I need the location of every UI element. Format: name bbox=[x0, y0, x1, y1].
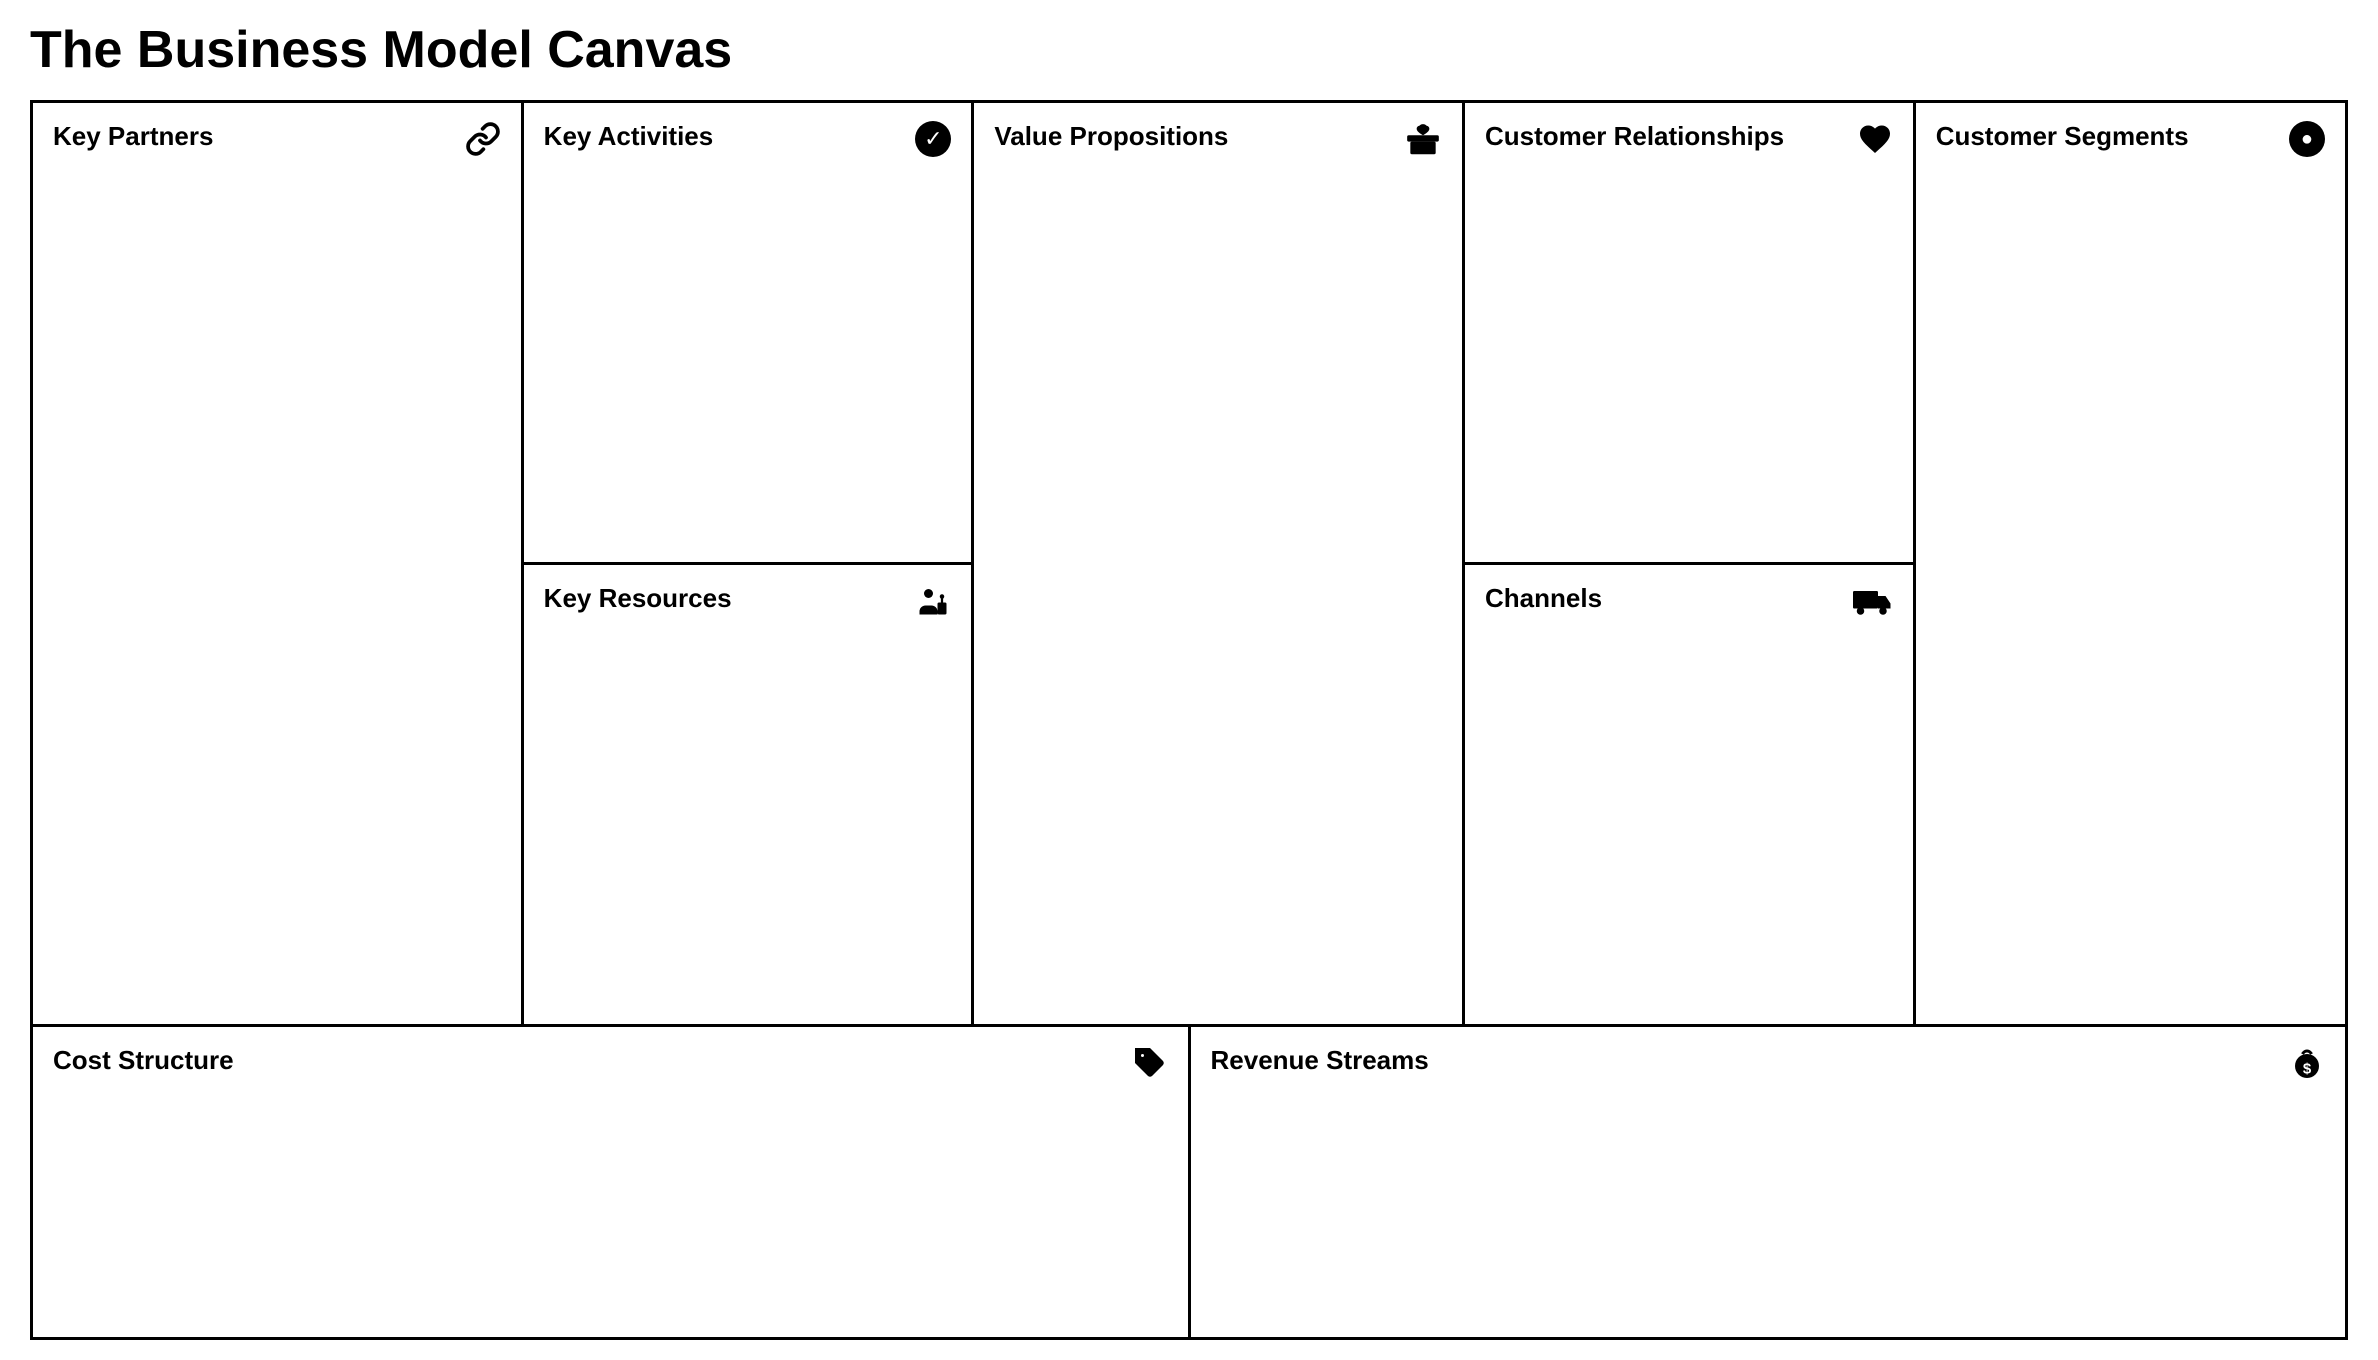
bottom-section: Cost Structure Revenue Streams $ bbox=[33, 1027, 2345, 1337]
cost-structure-header: Cost Structure bbox=[53, 1045, 1168, 1089]
key-resources-header: Key Resources bbox=[544, 583, 952, 627]
customer-relationships-cell[interactable]: Customer Relationships bbox=[1465, 103, 1913, 565]
truck-icon bbox=[1853, 583, 1893, 627]
moneybag-icon: $ bbox=[2289, 1045, 2325, 1089]
heart-icon bbox=[1857, 121, 1893, 166]
person-icon: ● bbox=[2289, 121, 2325, 157]
right-mid-column: Customer Relationships Channels bbox=[1465, 103, 1916, 1024]
cost-structure-title: Cost Structure bbox=[53, 1045, 234, 1076]
cost-structure-cell[interactable]: Cost Structure bbox=[33, 1027, 1191, 1337]
customer-relationships-title: Customer Relationships bbox=[1485, 121, 1784, 152]
page-title: The Business Model Canvas bbox=[30, 20, 2348, 80]
key-partners-cell[interactable]: Key Partners bbox=[33, 103, 524, 1024]
key-activities-cell[interactable]: Key Activities ✓ bbox=[524, 103, 972, 565]
business-model-canvas: Key Partners Key Activities ✓ bbox=[30, 100, 2348, 1340]
customer-segments-header: Customer Segments ● bbox=[1936, 121, 2325, 157]
svg-text:$: $ bbox=[2303, 1061, 2312, 1078]
worker-icon bbox=[915, 583, 951, 627]
channels-header: Channels bbox=[1485, 583, 1893, 627]
check-circle-icon: ✓ bbox=[915, 121, 951, 157]
channels-title: Channels bbox=[1485, 583, 1602, 614]
revenue-streams-title: Revenue Streams bbox=[1211, 1045, 1429, 1076]
channels-cell[interactable]: Channels bbox=[1465, 565, 1913, 1024]
middle-column: Key Activities ✓ Key Resources bbox=[524, 103, 975, 1024]
value-propositions-cell[interactable]: Value Propositions bbox=[974, 103, 1465, 1024]
revenue-streams-cell[interactable]: Revenue Streams $ bbox=[1191, 1027, 2346, 1337]
value-propositions-title: Value Propositions bbox=[994, 121, 1228, 152]
customer-segments-title: Customer Segments bbox=[1936, 121, 2189, 152]
key-resources-title: Key Resources bbox=[544, 583, 732, 614]
tag-icon bbox=[1132, 1045, 1168, 1089]
top-section: Key Partners Key Activities ✓ bbox=[33, 103, 2345, 1027]
value-propositions-header: Value Propositions bbox=[994, 121, 1442, 168]
revenue-streams-header: Revenue Streams $ bbox=[1211, 1045, 2326, 1089]
key-resources-cell[interactable]: Key Resources bbox=[524, 565, 972, 1024]
gift-icon bbox=[1404, 121, 1442, 168]
customer-relationships-header: Customer Relationships bbox=[1485, 121, 1893, 166]
key-partners-header: Key Partners bbox=[53, 121, 501, 165]
key-activities-header: Key Activities ✓ bbox=[544, 121, 952, 157]
key-partners-title: Key Partners bbox=[53, 121, 213, 152]
customer-segments-cell[interactable]: Customer Segments ● bbox=[1916, 103, 2345, 1024]
link-icon bbox=[465, 121, 501, 165]
key-activities-title: Key Activities bbox=[544, 121, 714, 152]
